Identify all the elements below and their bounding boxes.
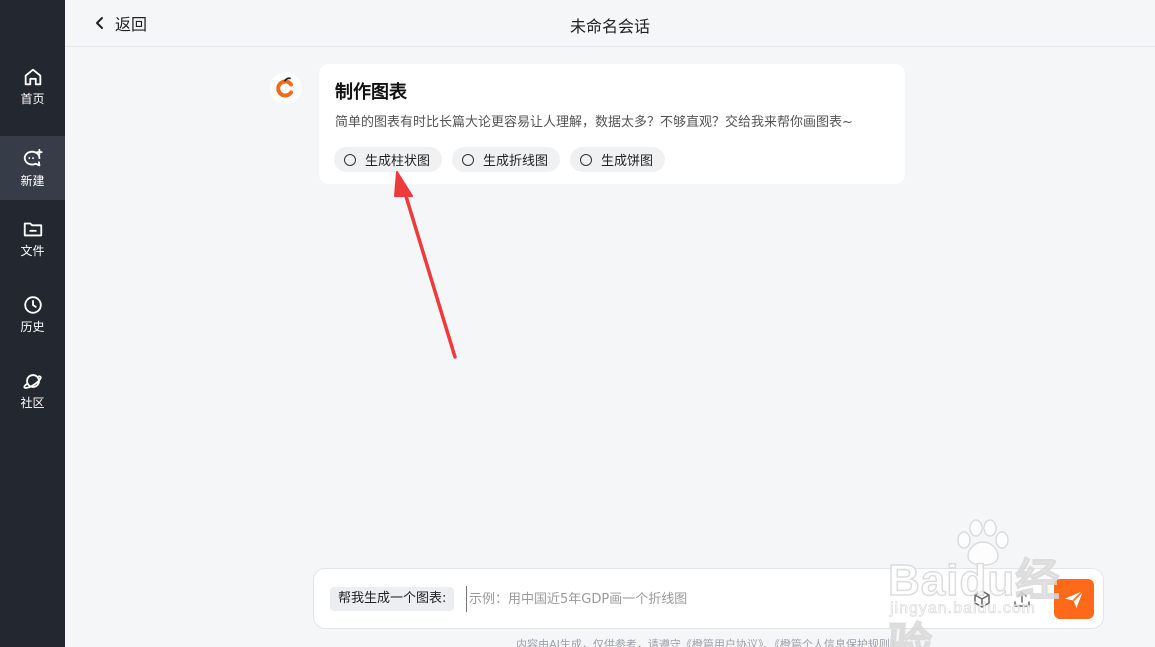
home-icon [24,68,41,86]
folder-icon [23,222,42,237]
bot-logo-icon [276,77,293,98]
card-description: 简单的图表有时比长篇大论更容易让人理解，数据太多？不够直观？交给我来帮你画图表~ [335,115,853,130]
card-title: 制作图表 [335,82,407,103]
header: 返回 未命名会话 [65,0,1155,47]
disclaimer-text: 内容由AI生成，仅供参考，请遵守《橙篇用户协议》、《橙篇个人信息保护规则》 [516,638,901,647]
sidebar-item-home[interactable]: 首页 [0,54,65,118]
send-icon [1065,590,1084,608]
bot-avatar [270,72,302,104]
sidebar: 首页 新建 文件 历史 社区 [0,0,65,647]
sidebar-item-label: 社区 [20,396,45,410]
option-line-chart[interactable]: 生成折线图 [452,147,561,172]
page-title: 未命名会话 [569,17,650,36]
prompt-tag[interactable]: 帮我生成一个图表: [330,587,455,611]
sidebar-item-label: 新建 [20,174,45,188]
upload-icon[interactable] [1012,589,1032,609]
cube-icon[interactable] [972,589,992,609]
sidebar-item-new[interactable]: 新建 [0,136,65,200]
option-chips: 生成柱状图 生成折线图 生成饼图 [334,147,666,172]
chat-input-bar: 帮我生成一个图表: [313,568,1104,629]
sidebar-item-label: 首页 [20,92,45,106]
new-chat-icon [23,148,43,167]
sidebar-item-label: 历史 [20,320,45,334]
message-card: 制作图表 简单的图表有时比长篇大论更容易让人理解，数据太多？不够直观？交给我来帮… [319,64,905,184]
planet-icon [22,374,42,389]
radio-circle-icon [580,153,593,166]
clock-icon [23,296,42,314]
option-label: 生成折线图 [483,154,549,169]
send-button[interactable] [1054,579,1094,619]
paw-logo-icon [957,519,1009,566]
option-label: 生成饼图 [601,154,654,169]
sidebar-item-files[interactable]: 文件 [0,206,65,270]
radio-circle-icon [344,153,356,166]
radio-circle-icon [462,153,475,166]
option-bar-chart[interactable]: 生成柱状图 [334,147,443,172]
option-label: 生成柱状图 [365,154,431,169]
sidebar-item-history[interactable]: 历史 [0,282,65,346]
option-pie-chart[interactable]: 生成饼图 [570,147,666,172]
chat-input[interactable] [466,586,946,612]
sidebar-item-label: 文件 [20,244,45,258]
sidebar-item-community[interactable]: 社区 [0,358,65,422]
